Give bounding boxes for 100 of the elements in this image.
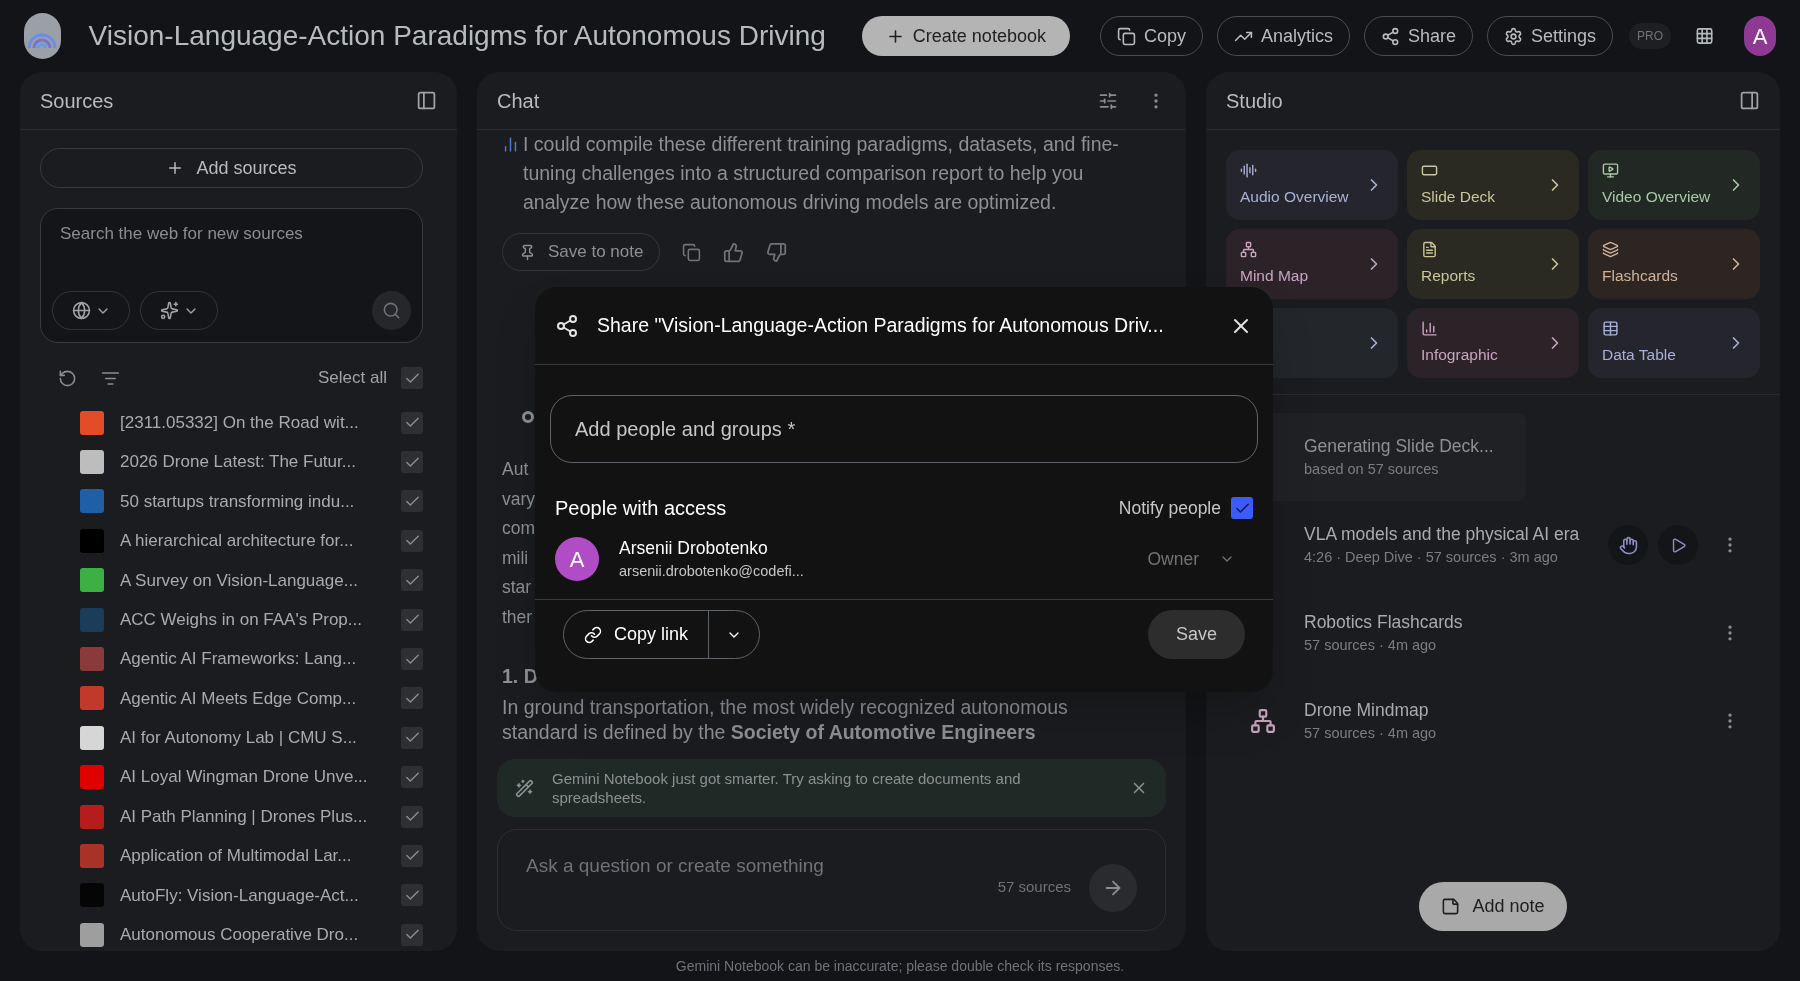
- item-title: Drone Mindmap: [1304, 699, 1430, 722]
- pro-badge: PRO: [1629, 23, 1672, 49]
- item-title: Generating Slide Deck...: [1304, 435, 1494, 458]
- interactive-button[interactable]: [1608, 525, 1648, 565]
- checkbox[interactable]: [401, 367, 423, 389]
- source-title: AI for Autonomy Lab | CMU S...: [120, 727, 357, 750]
- tune-icon[interactable]: [1098, 90, 1118, 111]
- account-avatar[interactable]: A: [1744, 16, 1776, 56]
- tile-icon: [1240, 161, 1257, 179]
- add-people-field[interactable]: Add people and groups *: [550, 395, 1258, 463]
- send-button[interactable]: [1089, 864, 1137, 912]
- checkbox[interactable]: [401, 766, 423, 789]
- item-title: VLA models and the physical AI era: [1304, 523, 1580, 546]
- source-item[interactable]: 2026 Drone Latest: The Futur...: [40, 442, 437, 482]
- pin-icon: [519, 243, 536, 261]
- source-item[interactable]: Application of Multimodal Lar...: [40, 836, 437, 876]
- source-title: AutoFly: Vision-Language-Act...: [120, 884, 359, 907]
- checkbox[interactable]: [401, 884, 423, 907]
- disclaimer-text: Gemini Notebook can be inaccurate; please double check its responses.: [675, 956, 1125, 976]
- message-fragment: com: [502, 517, 536, 540]
- studio-item[interactable]: Drone Mindmap 57 sources · 4m ago: [1226, 677, 1760, 765]
- checkbox[interactable]: [1231, 497, 1253, 519]
- message-fragment: ther: [502, 605, 533, 629]
- studio-tile[interactable]: Data Table: [1588, 308, 1760, 378]
- search-button[interactable]: [372, 291, 411, 330]
- source-item[interactable]: ACC Weighs in on FAA's Prop...: [40, 599, 437, 640]
- checkbox[interactable]: [401, 648, 423, 671]
- studio-tile[interactable]: Flashcards: [1588, 229, 1760, 299]
- panel-title: Chat: [497, 88, 540, 114]
- checkbox[interactable]: [401, 451, 423, 474]
- tile-icon: [1602, 161, 1619, 179]
- checkbox[interactable]: [401, 569, 423, 592]
- save-button[interactable]: Save: [1148, 610, 1245, 659]
- checkbox[interactable]: [401, 805, 423, 828]
- source-item[interactable]: AutoFly: Vision-Language-Act...: [40, 875, 437, 916]
- notebook-title[interactable]: Vision-Language-Action Paradigms for Autonomous Driving: [88, 15, 826, 57]
- link-icon: [584, 625, 602, 644]
- panel-title: Sources: [40, 88, 114, 114]
- dialog-title: Share "Vision-Language-Action Paradigms for Autonomous Driv...: [597, 312, 1164, 338]
- source-item[interactable]: A hierarchical architecture for...: [40, 521, 437, 561]
- studio-tile[interactable]: Video Overview: [1588, 150, 1760, 220]
- mind-map-icon: [1250, 708, 1276, 734]
- source-item[interactable]: Agentic AI Frameworks: Lang...: [40, 639, 437, 679]
- thumbs-down-icon[interactable]: [766, 241, 788, 263]
- panel-toggle-icon[interactable]: [416, 90, 437, 111]
- checkbox[interactable]: [401, 726, 423, 749]
- section-heading: 1. D: [502, 664, 538, 689]
- thumbs-up-icon[interactable]: [723, 241, 745, 263]
- source-title: A hierarchical architecture for...: [120, 530, 354, 553]
- studio-tile[interactable]: Reports: [1407, 229, 1579, 299]
- source-item[interactable]: AI Loyal Wingman Drone Unve...: [40, 757, 437, 797]
- chat-message: I could compile these different training paradigms, datasets, and fine-tuning challenges into a structured comparison report to help you analyze how these autonomous driving models are optimized.: [523, 132, 1120, 215]
- checkbox[interactable]: [401, 490, 423, 513]
- hand-icon: [1618, 535, 1638, 555]
- source-title: 2026 Drone Latest: The Futur...: [120, 451, 356, 474]
- tile-icon: [1240, 240, 1257, 258]
- search-field[interactable]: Search the web for new sources: [52, 221, 411, 247]
- item-subtitle: 57 sources · 4m ago: [1304, 724, 1437, 744]
- source-title: Agentic AI Frameworks: Lang...: [120, 648, 357, 671]
- logo-icon[interactable]: [24, 13, 61, 59]
- checkbox[interactable]: [401, 608, 423, 631]
- web-search-box[interactable]: Search the web for new sources: [40, 208, 423, 343]
- copy-link-button[interactable]: Copy link: [564, 611, 710, 658]
- share-icon: [555, 313, 579, 338]
- source-item[interactable]: AI Path Planning | Drones Plus...: [40, 796, 437, 837]
- copy-icon[interactable]: [682, 242, 702, 262]
- person-avatar: A: [555, 537, 599, 581]
- person-name: Arsenii Drobotenko: [619, 537, 769, 560]
- message-fragment: Aut: [502, 458, 529, 481]
- add-note-button[interactable]: Add note: [1419, 882, 1567, 931]
- checkbox[interactable]: [401, 845, 423, 867]
- tile-icon: [1421, 240, 1438, 258]
- play-button[interactable]: [1658, 525, 1698, 565]
- checkbox[interactable]: [401, 923, 423, 946]
- source-item[interactable]: AI for Autonomy Lab | CMU S...: [40, 718, 437, 758]
- chat-input-box[interactable]: Ask a question or create something 57 sources: [497, 829, 1166, 931]
- checkbox[interactable]: [401, 687, 423, 710]
- studio-tile[interactable]: Slide Deck: [1407, 150, 1579, 220]
- source-item[interactable]: Agentic AI Meets Edge Comp...: [40, 678, 437, 719]
- source-item[interactable]: 50 startups transforming indu...: [40, 481, 437, 522]
- checkbox[interactable]: [401, 411, 423, 434]
- source-title: ACC Weighs in on FAA's Prop...: [120, 608, 362, 631]
- studio-tile[interactable]: Infographic: [1407, 308, 1579, 378]
- person-email: arsenii.drobotenko@codefi...: [619, 562, 804, 582]
- refresh-icon[interactable]: [58, 368, 77, 388]
- wand-icon: [515, 778, 534, 798]
- chat-input[interactable]: Ask a question or create something: [526, 852, 998, 881]
- source-item[interactable]: Autonomous Cooperative Dro...: [40, 915, 437, 951]
- source-item[interactable]: A Survey on Vision-Language...: [40, 560, 437, 600]
- panel-toggle-icon[interactable]: [1739, 90, 1760, 111]
- create-notebook-button[interactable]: Create notebook: [861, 16, 1070, 56]
- item-subtitle: 57 sources · 4m ago: [1304, 636, 1438, 656]
- message-fragment: star: [502, 576, 532, 599]
- studio-tile[interactable]: Mind Map: [1226, 229, 1398, 299]
- checkbox[interactable]: [401, 529, 423, 552]
- source-count: 57 sources: [997, 877, 1071, 897]
- source-item[interactable]: [2311.05332] On the Road wit...: [40, 403, 437, 443]
- tile-icon: [1602, 240, 1619, 258]
- studio-tile[interactable]: Audio Overview: [1226, 150, 1398, 220]
- share-icon: [1381, 26, 1400, 46]
